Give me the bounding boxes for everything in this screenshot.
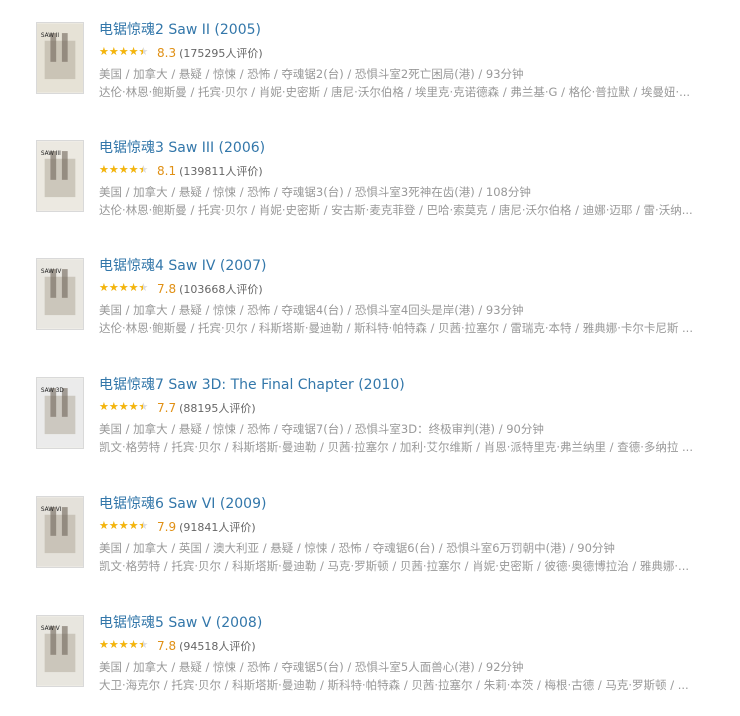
poster-figure xyxy=(44,40,76,80)
stars-fill: ★★★★★ xyxy=(99,45,143,58)
rating-votes-link[interactable]: (94518人评价) xyxy=(179,640,256,653)
movie-title-link[interactable]: 电锯惊魂5 Saw V (2008) xyxy=(99,615,262,631)
movie-meta: 美国 / 加拿大 / 悬疑 / 惊悚 / 恐怖 / 夺魂锯7(台) / 恐惧斗室… xyxy=(99,422,544,436)
rating-votes-link[interactable]: (175295人评价) xyxy=(179,47,263,60)
movie-poster[interactable]: SAW IV xyxy=(36,258,84,330)
movie-meta: 美国 / 加拿大 / 悬疑 / 惊悚 / 恐怖 / 夺魂锯3(台) / 恐惧斗室… xyxy=(99,185,531,199)
stars-fill: ★★★★★ xyxy=(99,163,143,176)
movie-poster[interactable]: SAW V xyxy=(36,615,84,687)
poster-image: SAW IV xyxy=(37,259,83,329)
rating-votes-link[interactable]: (139811人评价) xyxy=(179,165,263,178)
poster-image: SAW 3D xyxy=(37,378,83,448)
poster-shape-right xyxy=(61,507,68,536)
movie-poster[interactable]: SAW III xyxy=(36,140,84,212)
poster-label: SAW III xyxy=(41,151,61,157)
movie-title-link[interactable]: 电锯惊魂7 Saw 3D: The Final Chapter (2010) xyxy=(99,377,405,393)
rating-row: ★★★★★★★★★★7.7(88195人评价) xyxy=(99,400,256,416)
stars-fill: ★★★★★ xyxy=(99,400,143,413)
movie-list: SAW II电锯惊魂2 Saw II (2005)★★★★★★★★★★8.3(1… xyxy=(0,0,740,716)
rating-score: 7.7 xyxy=(157,401,177,415)
rating-row: ★★★★★★★★★★7.9(91841人评价) xyxy=(99,519,256,535)
stars-fill: ★★★★★ xyxy=(99,638,143,651)
rating-stars: ★★★★★★★★★★ xyxy=(99,281,154,294)
poster-shape-right xyxy=(61,151,68,180)
rating-score: 8.3 xyxy=(157,46,177,60)
poster-image: SAW VI xyxy=(37,497,83,567)
rating-score: 8.1 xyxy=(157,164,177,178)
movie-item: SAW II 电锯惊魂2 Saw II (2005) ★★★★★★★★★★8.3(1… xyxy=(0,22,740,122)
movie-cast: 达伦·林恩·鲍斯曼 / 托宾·贝尔 / 科斯塔斯·曼迪勒 / 斯科特·帕特森 /… xyxy=(99,321,693,335)
movie-title-link[interactable]: 电锯惊魂4 Saw IV (2007) xyxy=(99,258,266,274)
rating-stars: ★★★★★★★★★★ xyxy=(99,45,154,58)
rating-stars: ★★★★★★★★★★ xyxy=(99,519,154,532)
rating-votes-link[interactable]: (91841人评价) xyxy=(179,521,256,534)
rating-row: ★★★★★★★★★★8.3(175295人评价) xyxy=(99,45,263,61)
movie-title-link[interactable]: 电锯惊魂2 Saw II (2005) xyxy=(99,22,261,38)
poster-label: SAW II xyxy=(41,33,60,39)
movie-item: SAW V 电锯惊魂5 Saw V (2008) ★★★★★★★★★★7.8(945… xyxy=(0,615,740,715)
movie-meta: 美国 / 加拿大 / 悬疑 / 惊悚 / 恐怖 / 夺魂锯4(台) / 恐惧斗室… xyxy=(99,303,524,317)
rating-stars: ★★★★★★★★★★ xyxy=(99,163,154,176)
poster-image: SAW III xyxy=(37,141,83,211)
poster-shape-right xyxy=(61,33,68,62)
movie-item: SAW 3D 电锯惊魂7 Saw 3D: The Final Chapter (2… xyxy=(0,377,740,477)
movie-item: SAW III 电锯惊魂3 Saw III (2006) ★★★★★★★★★★8.1… xyxy=(0,140,740,240)
poster-label: SAW 3D xyxy=(41,388,65,394)
movie-cast: 达伦·林恩·鲍斯曼 / 托宾·贝尔 / 肖妮·史密斯 / 安古斯·麦克菲登 / … xyxy=(99,203,693,217)
movie-title-link[interactable]: 电锯惊魂6 Saw VI (2009) xyxy=(99,496,266,512)
movie-poster[interactable]: SAW VI xyxy=(36,496,84,568)
rating-stars: ★★★★★★★★★★ xyxy=(99,400,154,413)
rating-votes-link[interactable]: (103668人评价) xyxy=(179,283,263,296)
poster-label: SAW IV xyxy=(41,269,62,275)
poster-figure xyxy=(44,158,76,198)
rating-votes-link[interactable]: (88195人评价) xyxy=(179,402,256,415)
rating-row: ★★★★★★★★★★7.8(103668人评价) xyxy=(99,281,263,297)
movie-poster[interactable]: SAW 3D xyxy=(36,377,84,449)
movie-cast: 达伦·林恩·鲍斯曼 / 托宾·贝尔 / 肖妮·史密斯 / 唐尼·沃尔伯格 / 埃… xyxy=(99,85,691,99)
movie-meta: 美国 / 加拿大 / 悬疑 / 惊悚 / 恐怖 / 夺魂锯2(台) / 恐惧斗室… xyxy=(99,67,524,81)
movie-meta: 美国 / 加拿大 / 英国 / 澳大利亚 / 悬疑 / 惊悚 / 恐怖 / 夺魂… xyxy=(99,541,615,555)
movie-item: SAW IV 电锯惊魂4 Saw IV (2007) ★★★★★★★★★★7.8(1… xyxy=(0,258,740,358)
stars-fill: ★★★★★ xyxy=(99,281,143,294)
poster-figure xyxy=(44,514,76,554)
poster-label: SAW VI xyxy=(41,507,62,513)
movie-cast: 大卫·海克尔 / 托宾·贝尔 / 科斯塔斯·曼迪勒 / 斯科特·帕特森 / 贝茜… xyxy=(99,678,689,692)
stars-fill: ★★★★★ xyxy=(99,519,143,532)
poster-shape-right xyxy=(61,269,68,298)
movie-item: SAW VI 电锯惊魂6 Saw VI (2009) ★★★★★★★★★★7.9(9… xyxy=(0,496,740,596)
rating-row: ★★★★★★★★★★8.1(139811人评价) xyxy=(99,163,263,179)
rating-stars: ★★★★★★★★★★ xyxy=(99,638,154,651)
rating-score: 7.8 xyxy=(157,282,177,296)
movie-cast: 凯文·格劳特 / 托宾·贝尔 / 科斯塔斯·曼迪勒 / 马克·罗斯顿 / 贝茜·… xyxy=(99,559,690,573)
movie-meta: 美国 / 加拿大 / 悬疑 / 惊悚 / 恐怖 / 夺魂锯5(台) / 恐惧斗室… xyxy=(99,660,524,674)
poster-figure xyxy=(44,633,76,673)
rating-score: 7.9 xyxy=(157,520,177,534)
poster-shape-right xyxy=(61,626,68,655)
movie-title-link[interactable]: 电锯惊魂3 Saw III (2006) xyxy=(99,140,265,156)
poster-image: SAW V xyxy=(37,616,83,686)
movie-cast: 凯文·格劳特 / 托宾·贝尔 / 科斯塔斯·曼迪勒 / 贝茜·拉塞尔 / 加利·… xyxy=(99,440,693,454)
poster-image: SAW II xyxy=(37,23,83,93)
poster-label: SAW V xyxy=(41,626,60,632)
rating-score: 7.8 xyxy=(157,639,177,653)
rating-row: ★★★★★★★★★★7.8(94518人评价) xyxy=(99,638,256,654)
poster-figure xyxy=(44,395,76,435)
poster-figure xyxy=(44,276,76,316)
movie-poster[interactable]: SAW II xyxy=(36,22,84,94)
